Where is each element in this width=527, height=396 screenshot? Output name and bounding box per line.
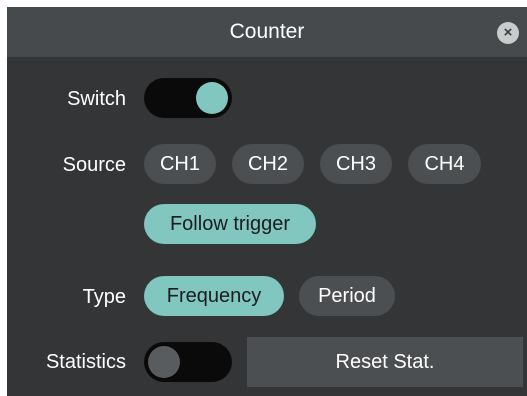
switch-toggle[interactable] bbox=[144, 78, 232, 118]
close-button[interactable]: × bbox=[497, 22, 519, 44]
source-option-ch3[interactable]: CH3 bbox=[320, 144, 392, 184]
title-bar: Counter × bbox=[7, 7, 527, 57]
source-label: Source bbox=[62, 154, 126, 176]
type-label: Type bbox=[82, 286, 126, 308]
type-option-period[interactable]: Period bbox=[299, 276, 395, 316]
close-icon[interactable]: × bbox=[504, 24, 513, 41]
statistics-toggle-knob bbox=[148, 346, 180, 378]
statistics-label: Statistics bbox=[45, 351, 126, 373]
statistics-toggle[interactable] bbox=[144, 342, 232, 382]
source-option-ch2[interactable]: CH2 bbox=[232, 144, 304, 184]
type-option-frequency[interactable]: Frequency bbox=[144, 276, 284, 316]
dialog-title: Counter bbox=[229, 20, 305, 43]
reset-stat-button[interactable]: Reset Stat. bbox=[247, 337, 523, 387]
source-option-follow-trigger[interactable]: Follow trigger bbox=[144, 204, 316, 244]
switch-toggle-knob bbox=[196, 82, 228, 114]
counter-dialog: Counter × Switch Source CH1 CH2 CH3 CH4 … bbox=[7, 7, 527, 396]
source-option-ch4[interactable]: CH4 bbox=[408, 144, 481, 184]
source-option-ch1[interactable]: CH1 bbox=[144, 144, 216, 184]
switch-label: Switch bbox=[67, 88, 126, 110]
